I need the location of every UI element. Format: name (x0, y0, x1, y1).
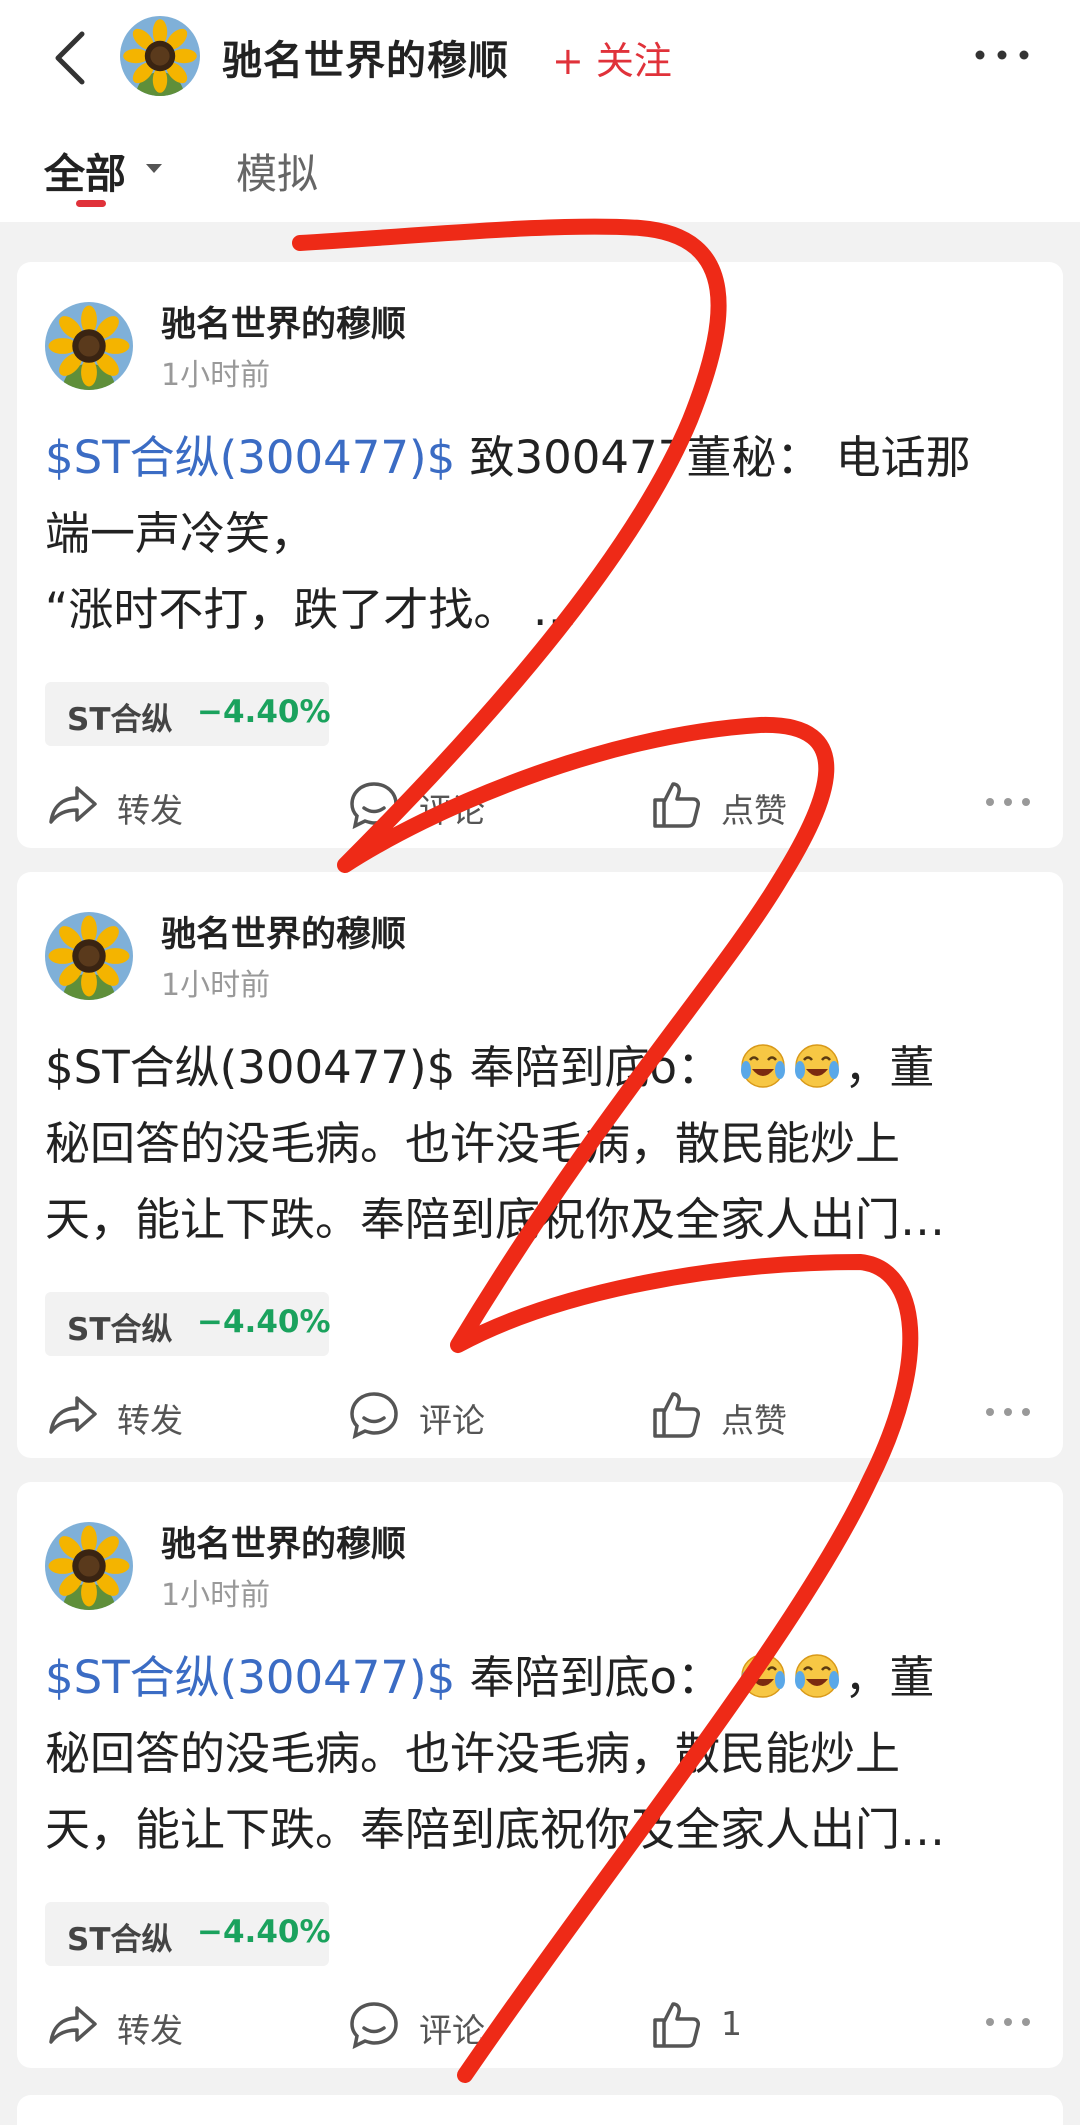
laughing-crying-emoji (740, 1043, 787, 1089)
avatar[interactable] (45, 302, 133, 390)
post-text: ，董 (844, 1651, 935, 1704)
next-post-card-edge (17, 2095, 1063, 2125)
back-arrow-icon[interactable] (48, 28, 98, 88)
stock-tag-link[interactable]: $ST合纵(300477)$ (45, 1041, 455, 1094)
post-text: 秘回答的没毛病。也许没毛病，散民能炒上 (45, 1727, 901, 1780)
tab-simulated[interactable]: 模拟 (236, 140, 318, 200)
comment-icon (350, 1392, 398, 1440)
forward-icon (49, 1396, 97, 1434)
comment-icon (350, 782, 398, 830)
more-dots-icon[interactable] (972, 40, 1032, 70)
tab-all[interactable]: 全部 (44, 140, 126, 200)
post-time: 1小时前 (161, 358, 271, 393)
like-label: 点赞 (721, 791, 787, 830)
stock-chip[interactable]: ST合纵 −4.40% (45, 1902, 331, 1966)
like-icon (653, 2002, 700, 2048)
post-time: 1小时前 (161, 1578, 271, 1613)
forward-icon (49, 2006, 97, 2044)
stock-name: ST合纵 (67, 702, 173, 738)
like-label: 点赞 (721, 1401, 787, 1440)
post-card[interactable]: 驰名世界的穆顺 1小时前 $ST合纵(300477)$ 奉陪到底o： ，董 秘回… (17, 1482, 1063, 2068)
stock-change: −4.40% (197, 1304, 331, 1340)
author-name[interactable]: 驰名世界的穆顺 (161, 296, 406, 347)
post-time: 1小时前 (161, 968, 271, 1003)
post-text: ，董 (844, 1041, 935, 1094)
author-name[interactable]: 驰名世界的穆顺 (161, 906, 406, 957)
comment-label: 评论 (419, 1401, 485, 1440)
stock-name: ST合纵 (67, 1312, 173, 1348)
tab-active-indicator (76, 200, 106, 207)
stock-chip[interactable]: ST合纵 −4.40% (45, 682, 331, 746)
avatar[interactable] (120, 16, 200, 96)
stock-tag-link[interactable]: $ST合纵(300477)$ (45, 431, 455, 484)
forward-label: 转发 (117, 2011, 183, 2050)
post-card[interactable]: 驰名世界的穆顺 1小时前 $ST合纵(300477)$ 奉陪到底o： ，董 秘回… (17, 872, 1063, 1458)
more-dots-icon[interactable] (983, 2012, 1033, 2032)
forward-label: 转发 (117, 1401, 183, 1440)
stock-tag-link[interactable]: $ST合纵(300477)$ (45, 1651, 455, 1704)
stock-change: −4.40% (197, 1914, 331, 1950)
more-dots-icon[interactable] (983, 1402, 1033, 1422)
post-text: “涨时不打，跌了才找。 … (45, 583, 578, 636)
avatar[interactable] (45, 1522, 133, 1610)
post-text: 致300477董秘： 电话那 (469, 431, 971, 484)
page-title: 驰名世界的穆顺 (222, 38, 509, 84)
laughing-crying-emoji (794, 1653, 841, 1699)
stock-name: ST合纵 (67, 1922, 173, 1958)
comment-label: 评论 (419, 791, 485, 830)
post-content[interactable]: $ST合纵(300477)$ 奉陪到底o： ，董 秘回答的没毛病。也许没毛病，散… (45, 1640, 1045, 1868)
follow-button[interactable]: + 关注 (552, 30, 672, 85)
post-text: 奉陪到底o： (469, 1041, 723, 1094)
comment-icon (350, 2002, 398, 2050)
post-content[interactable]: $ST合纵(300477)$ 致300477董秘： 电话那 端一声冷笑， “涨时… (45, 420, 1045, 648)
avatar[interactable] (45, 912, 133, 1000)
like-count: 1 (721, 2004, 742, 2043)
post-text: 天，能让下跌。奉陪到底祝你及全家人出门… (45, 1803, 946, 1856)
stock-chip[interactable]: ST合纵 −4.40% (45, 1292, 331, 1356)
top-bar: 驰名世界的穆顺 + 关注 全部 模拟 (0, 0, 1080, 222)
forward-icon (49, 786, 97, 824)
laughing-crying-emoji (794, 1043, 841, 1089)
post-text: 端一声冷笑， (45, 507, 316, 560)
more-dots-icon[interactable] (983, 792, 1033, 812)
post-text: 天，能让下跌。奉陪到底祝你及全家人出门… (45, 1193, 946, 1246)
post-card[interactable]: 驰名世界的穆顺 1小时前 $ST合纵(300477)$ 致300477董秘： 电… (17, 262, 1063, 848)
post-content[interactable]: $ST合纵(300477)$ 奉陪到底o： ，董 秘回答的没毛病。也许没毛病，散… (45, 1030, 1045, 1258)
laughing-crying-emoji (740, 1653, 787, 1699)
forward-label: 转发 (117, 791, 183, 830)
stock-change: −4.40% (197, 694, 331, 730)
chevron-down-icon[interactable] (146, 164, 162, 173)
like-icon (653, 1392, 700, 1438)
author-name[interactable]: 驰名世界的穆顺 (161, 1516, 406, 1567)
comment-label: 评论 (419, 2011, 485, 2050)
like-icon (653, 782, 700, 828)
post-text: 秘回答的没毛病。也许没毛病，散民能炒上 (45, 1117, 901, 1170)
post-text: 奉陪到底o： (469, 1651, 723, 1704)
